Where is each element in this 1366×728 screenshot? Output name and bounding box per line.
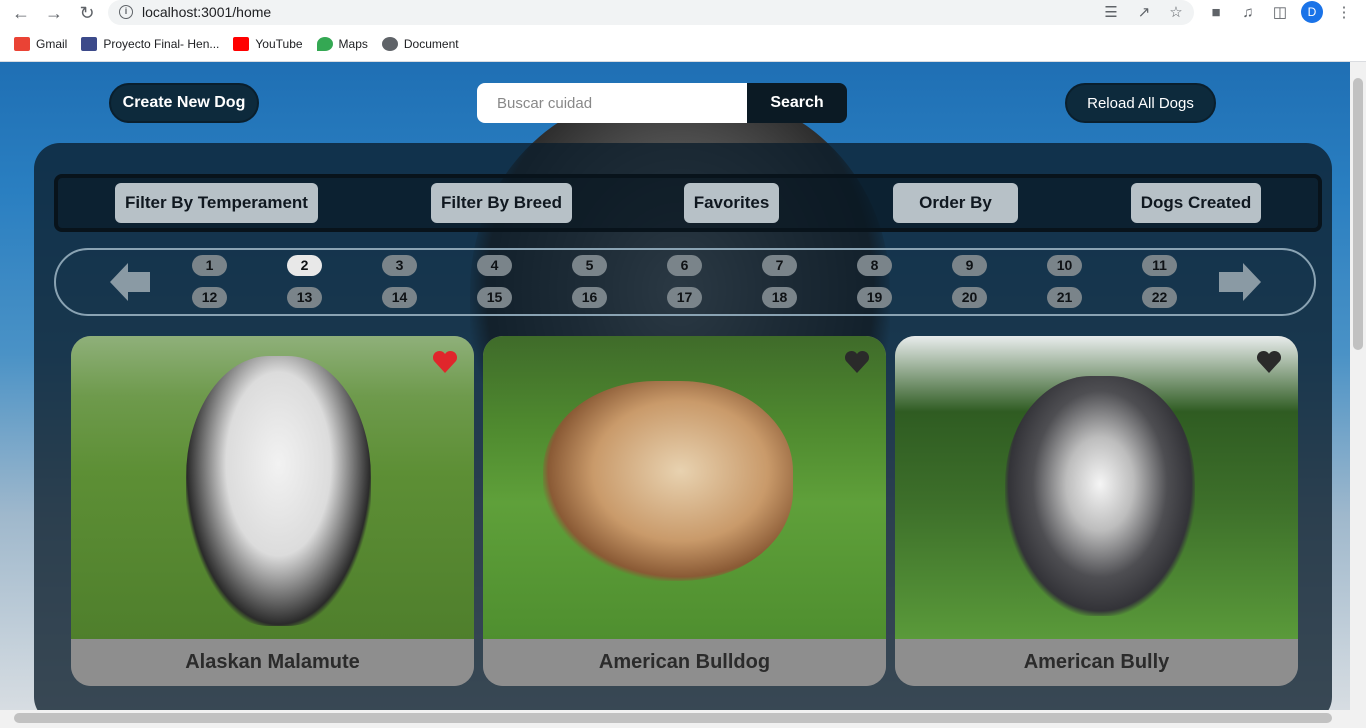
page-button-4[interactable]: 4 [477,255,512,276]
filter-breed-button[interactable]: Filter By Breed [431,183,572,223]
bookmark-label: Document [403,37,459,51]
page-button-2[interactable]: 2 [287,255,322,276]
page-button-18[interactable]: 18 [762,287,797,308]
search-form: Search [477,83,847,123]
media-icon[interactable]: ♫ [1238,3,1258,23]
document-icon [81,37,98,51]
bookmark-label: Proyecto Final- Hen... [103,37,220,51]
heart-icon[interactable] [432,350,458,374]
reload-dogs-button[interactable]: Reload All Dogs [1065,83,1216,123]
page-button-1[interactable]: 1 [192,255,227,276]
search-input[interactable] [477,83,747,123]
horizontal-scrollbar-thumb[interactable] [14,713,1332,723]
dog-card[interactable]: Alaskan Malamute [71,336,474,686]
bookmark-document[interactable]: Document [381,37,459,51]
filter-temperament-button[interactable]: Filter By Temperament [115,183,318,223]
heart-icon[interactable] [1256,350,1282,374]
page-button-20[interactable]: 20 [952,287,987,308]
dog-figure [1005,376,1195,616]
dog-card[interactable]: American Bulldog [483,336,886,686]
prev-arrow-icon[interactable] [110,263,152,301]
next-arrow-icon[interactable] [1219,263,1261,301]
bookmark-youtube[interactable]: YouTube [233,37,303,51]
page-button-21[interactable]: 21 [1047,287,1082,308]
bookmark-label: YouTube [255,37,303,51]
bookmark-label: Gmail [36,37,68,51]
vertical-scrollbar-thumb[interactable] [1353,78,1363,350]
page-button-16[interactable]: 16 [572,287,607,308]
page-button-14[interactable]: 14 [382,287,417,308]
bookmarks-bar: Gmail Proyecto Final- Hen... YouTube Map… [0,34,459,54]
page-button-3[interactable]: 3 [382,255,417,276]
page-button-13[interactable]: 13 [287,287,322,308]
page-button-8[interactable]: 8 [857,255,892,276]
page-button-6[interactable]: 6 [667,255,702,276]
dog-figure [186,356,371,626]
favorites-button[interactable]: Favorites [684,183,779,223]
page-button-11[interactable]: 11 [1142,255,1177,276]
dog-figure [543,381,793,581]
bookmark-maps[interactable]: Maps [316,37,368,51]
heart-icon[interactable] [844,350,870,374]
browser-chrome: ← → ↻ i localhost:3001/home ☰ ↗ ☆ ■ ♫ ◫ … [0,0,1366,62]
side-panel-icon[interactable]: ◫ [1270,3,1290,23]
url-text[interactable]: localhost:3001/home [142,4,271,20]
page-button-12[interactable]: 12 [192,287,227,308]
page-button-9[interactable]: 9 [952,255,987,276]
page-button-17[interactable]: 17 [667,287,702,308]
page-button-22[interactable]: 22 [1142,287,1177,308]
forward-arrow-icon[interactable]: → [43,2,65,24]
bookmark-star-icon[interactable]: ☆ [1166,3,1186,23]
gmail-icon [14,37,30,51]
profile-avatar[interactable]: D [1301,1,1323,23]
dog-name: American Bulldog [483,639,886,686]
dogs-created-button[interactable]: Dogs Created [1131,183,1261,223]
page-button-19[interactable]: 19 [857,287,892,308]
share-icon[interactable]: ↗ [1134,3,1154,23]
back-arrow-icon[interactable]: ← [10,2,32,24]
create-dog-button[interactable]: Create New Dog [109,83,259,123]
dog-photo [71,336,474,639]
page-button-15[interactable]: 15 [477,287,512,308]
page-button-5[interactable]: 5 [572,255,607,276]
bookmark-proyecto[interactable]: Proyecto Final- Hen... [81,37,219,51]
youtube-icon [233,37,250,51]
search-button[interactable]: Search [747,83,847,123]
translate-icon[interactable]: ☰ [1101,3,1121,23]
maps-pin-icon [316,37,333,51]
bookmark-gmail[interactable]: Gmail [14,37,67,51]
globe-icon [381,37,398,51]
page-button-10[interactable]: 10 [1047,255,1082,276]
order-by-button[interactable]: Order By [893,183,1018,223]
home-page: Create New Dog Search Reload All Dogs Fi… [0,62,1350,710]
page-button-7[interactable]: 7 [762,255,797,276]
dog-name: American Bully [895,639,1298,686]
menu-icon[interactable]: ⋮ [1334,3,1354,23]
extensions-icon[interactable]: ■ [1206,3,1226,23]
info-icon[interactable]: i [119,5,133,19]
dog-photo [483,336,886,639]
dog-card[interactable]: American Bully [895,336,1298,686]
bookmark-label: Maps [338,37,368,51]
dog-photo [895,336,1298,639]
reload-icon[interactable]: ↻ [76,2,98,24]
dog-name: Alaskan Malamute [71,639,474,686]
